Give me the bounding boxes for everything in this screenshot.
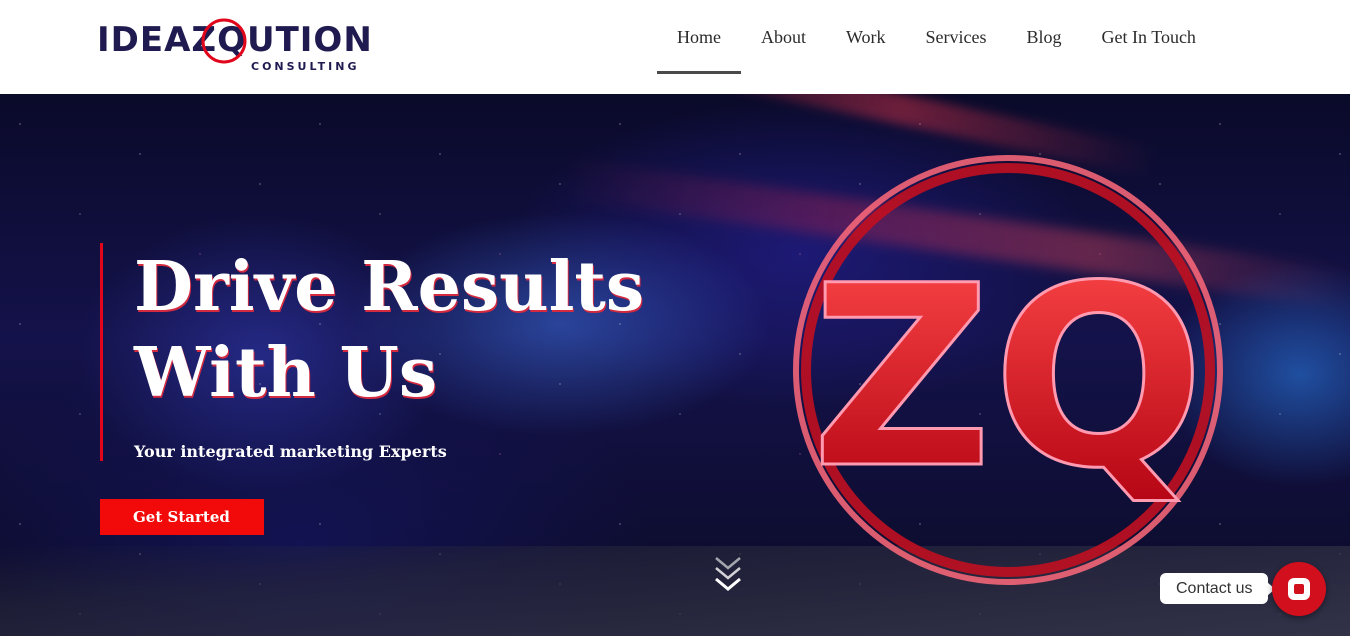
zq-emblem-text: ZQ <box>811 232 1205 523</box>
nav-get-in-touch[interactable]: Get In Touch <box>1082 0 1216 74</box>
logo-ring-icon <box>201 18 247 64</box>
main-nav: Home About Work Services Blog Get In Tou… <box>657 0 1216 94</box>
scroll-down-icon[interactable] <box>713 554 743 600</box>
nav-blog[interactable]: Blog <box>1007 0 1082 74</box>
logo-tagline: CONSULTING <box>251 60 360 73</box>
chat-button[interactable] <box>1272 562 1326 616</box>
hero-title: Drive Results With Us <box>134 244 754 416</box>
site-logo[interactable]: IDEAZQUTION CONSULTING <box>97 12 387 74</box>
nav-work[interactable]: Work <box>826 0 906 74</box>
get-started-button[interactable]: Get Started <box>100 499 264 535</box>
hero-title-line-1: Drive Results <box>134 247 645 327</box>
site-header: IDEAZQUTION CONSULTING Home About Work S… <box>0 0 1350 94</box>
chat-bubble-icon <box>1288 578 1310 600</box>
hero-accent-bar <box>100 243 103 461</box>
nav-home[interactable]: Home <box>657 0 741 74</box>
contact-us-label[interactable]: Contact us <box>1160 573 1277 604</box>
hero-subtitle: Your integrated marketing Experts <box>134 442 447 461</box>
zq-emblem-image: ZQ <box>793 155 1223 585</box>
nav-services[interactable]: Services <box>906 0 1007 74</box>
nav-about[interactable]: About <box>741 0 826 74</box>
hero-title-line-2: With Us <box>134 333 438 413</box>
hero-section: Drive Results With Us Your integrated ma… <box>0 94 1350 636</box>
